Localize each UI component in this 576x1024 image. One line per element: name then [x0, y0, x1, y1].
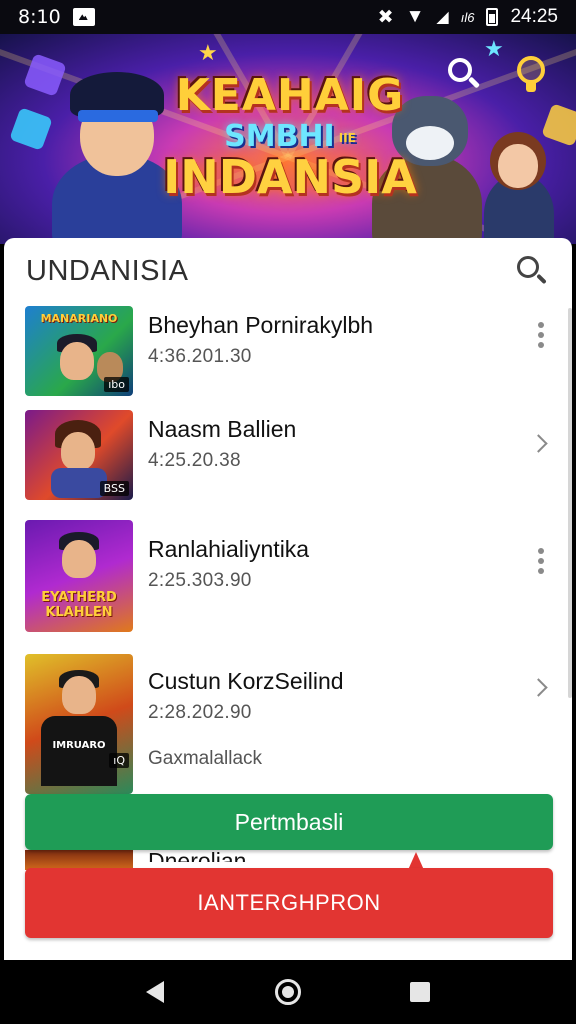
status-icons: ✖ ▼ ◢ ıl6 24:25 [378, 6, 558, 29]
chevron-right-icon[interactable] [532, 676, 548, 702]
thumbnail-label: EYATHERD KLAHLEN [41, 590, 117, 620]
system-nav-bar [0, 960, 576, 1024]
thumbnail-label: MANARIANO [40, 312, 118, 325]
home-icon[interactable] [268, 972, 308, 1012]
banner-title-line2: SMBHI IIE [224, 119, 356, 154]
gallery-notification-icon [72, 8, 95, 26]
wifi-icon: ▼ [405, 6, 425, 27]
more-vert-icon[interactable] [536, 322, 546, 354]
item-title: Naasm Ballien [148, 416, 297, 442]
item-time: 2:28.202.90 [148, 702, 252, 723]
star-icon: ★ [484, 36, 504, 61]
card-header: UNDANISIA [4, 238, 572, 304]
primary-button[interactable]: Pertmbasli [25, 794, 553, 850]
battery-icon [486, 8, 499, 26]
thumbnail-badge: ıQ [109, 753, 129, 768]
item-thumbnail: BSS [25, 410, 133, 500]
gem-icon [541, 103, 576, 147]
banner-title: KEAHAIG SMBHI IIE INDANSIA [150, 70, 430, 204]
thumbnail-badge: BSS [99, 481, 129, 496]
banner-title-line3: INDANSIA [163, 150, 417, 204]
search-button[interactable] [514, 253, 550, 289]
more-vert-icon[interactable] [536, 548, 546, 580]
hero-banner: ★ ★ KEAHAIG SMBHI IIE INDANSIA [0, 34, 576, 244]
item-time: 4:25.20.38 [148, 450, 241, 471]
banner-title-line1: KEAHAIG [175, 70, 405, 121]
page-title: UNDANISIA [26, 254, 189, 287]
item-thumbnail: MANARIANO ıbo [25, 306, 133, 396]
danger-button[interactable]: IANTERGHPRON [25, 868, 553, 938]
thumbnail-badge: ıbo [104, 377, 129, 392]
item-thumbnail: IMRUARO ıQ [25, 654, 133, 794]
banner-search-icon[interactable] [444, 54, 484, 94]
content-card: UNDANISIA MANARIANO ıbo Bheyhan Pornirak… [4, 238, 572, 960]
star-icon: ★ [198, 40, 218, 65]
item-title: Ranlahialiyntika [148, 536, 310, 562]
recents-icon[interactable] [400, 972, 440, 1012]
status-clock: 24:25 [510, 6, 558, 27]
item-thumbnail [25, 850, 133, 870]
banner-title-small: IIE [338, 130, 356, 145]
item-time: 2:25.303.90 [148, 570, 252, 591]
item-thumbnail: EYATHERD KLAHLEN [25, 520, 133, 632]
item-subtitle: Gaxmalallack [148, 748, 263, 769]
item-title: Bheyhan Pornirakylbh [148, 312, 374, 338]
gem-icon [9, 107, 53, 151]
cellular-icon: ◢ [436, 9, 449, 26]
status-time: 8:10 [18, 6, 61, 28]
mute-icon: ✖ [377, 6, 394, 28]
item-title: Custun KorzSeilind [148, 668, 344, 694]
back-icon[interactable] [136, 972, 176, 1012]
network-label: ıl6 [460, 9, 475, 25]
banner-lightbulb-icon[interactable] [514, 56, 548, 94]
item-time: 4:36.201.30 [148, 346, 252, 367]
scrollbar[interactable] [568, 308, 572, 698]
chevron-right-icon[interactable] [532, 432, 548, 458]
status-bar: 8:10 ✖ ▼ ◢ ıl6 24:25 [0, 0, 576, 34]
thumbnail-label: IMRUARO [52, 740, 106, 751]
